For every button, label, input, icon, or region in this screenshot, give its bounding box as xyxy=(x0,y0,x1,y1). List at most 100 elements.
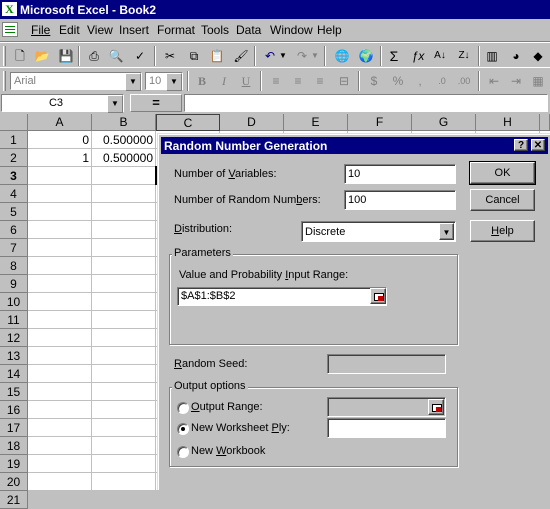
column-header-a[interactable]: A xyxy=(28,114,92,131)
font-size-combo[interactable]: 10 ▼ xyxy=(145,72,183,91)
row-header-8[interactable]: 8 xyxy=(0,257,28,275)
undo-dropdown-icon[interactable]: ▼ xyxy=(278,46,288,66)
chevron-down-icon[interactable]: ▼ xyxy=(439,223,454,240)
column-header-i[interactable] xyxy=(540,114,550,131)
chevron-down-icon[interactable]: ▼ xyxy=(107,95,123,113)
row-header-11[interactable]: 11 xyxy=(0,311,28,329)
align-left-icon[interactable]: ≡ xyxy=(266,71,286,91)
row-header-7[interactable]: 7 xyxy=(0,239,28,257)
output-range-radio[interactable] xyxy=(177,402,189,414)
web-toolbar-icon[interactable]: 🌍 xyxy=(356,46,376,66)
row-header-6[interactable]: 6 xyxy=(0,221,28,239)
menu-tools[interactable]: Tools xyxy=(201,23,229,37)
row-header-13[interactable]: 13 xyxy=(0,347,28,365)
ok-button[interactable]: OK xyxy=(469,161,536,185)
random-seed-input[interactable] xyxy=(327,354,446,374)
toolbar-grip[interactable] xyxy=(3,46,6,66)
new-worksheet-ply-radio[interactable] xyxy=(177,423,189,435)
collapse-dialog-icon[interactable] xyxy=(370,288,386,304)
column-header-h[interactable]: H xyxy=(476,114,540,131)
column-header-e[interactable]: E xyxy=(284,114,348,131)
cell-b1[interactable]: 0.500000 xyxy=(92,131,155,149)
help-question-icon[interactable]: ? xyxy=(514,139,528,151)
column-header-g[interactable]: G xyxy=(412,114,476,131)
borders-icon[interactable]: ▦ xyxy=(528,71,548,91)
select-all-corner[interactable] xyxy=(0,114,28,131)
row-header-9[interactable]: 9 xyxy=(0,275,28,293)
row-header-17[interactable]: 17 xyxy=(0,419,28,437)
new-workbook-label[interactable]: New Workbook xyxy=(191,445,265,457)
chart-wizard-icon[interactable]: ▥ xyxy=(482,46,502,66)
row-header-1[interactable]: 1 xyxy=(0,131,28,149)
row-header-5[interactable]: 5 xyxy=(0,203,28,221)
drawing-icon[interactable]: ◆ xyxy=(528,46,548,66)
paste-function-icon[interactable]: ƒx xyxy=(408,46,428,66)
bold-icon[interactable]: B xyxy=(192,71,212,91)
cell-b2[interactable]: 0.500000 xyxy=(92,149,155,167)
align-right-icon[interactable]: ≡ xyxy=(310,71,330,91)
help-button[interactable]: Help xyxy=(470,220,535,242)
cell-a2[interactable]: 1 xyxy=(28,149,91,167)
column-header-f[interactable]: F xyxy=(348,114,412,131)
distribution-select[interactable]: Discrete ▼ xyxy=(301,221,456,242)
autosum-icon[interactable]: Σ xyxy=(384,46,404,66)
formula-equals-button[interactable]: = xyxy=(130,94,182,112)
print-preview-icon[interactable]: 🔍 xyxy=(106,46,126,66)
decrease-decimal-icon[interactable]: .00 xyxy=(454,71,474,91)
menu-help[interactable]: Help xyxy=(317,23,342,37)
insert-hyperlink-icon[interactable]: 🌐 xyxy=(332,46,352,66)
undo-icon[interactable]: ↶ xyxy=(260,46,280,66)
row-header-12[interactable]: 12 xyxy=(0,329,28,347)
paste-icon[interactable]: 📋 xyxy=(207,46,227,66)
open-folder-icon[interactable]: 📂 xyxy=(32,46,52,66)
column-header-c[interactable]: C xyxy=(156,114,220,131)
menu-insert[interactable]: Insert xyxy=(119,23,149,37)
redo-dropdown-icon[interactable]: ▼ xyxy=(310,46,320,66)
menu-format[interactable]: Format xyxy=(157,23,195,37)
output-range-field[interactable] xyxy=(327,397,446,417)
row-header-16[interactable]: 16 xyxy=(0,401,28,419)
menu-view[interactable]: View xyxy=(87,23,113,37)
column-header-b[interactable]: B xyxy=(92,114,156,131)
menu-edit[interactable]: Edit xyxy=(59,23,80,37)
print-icon[interactable]: ⎙ xyxy=(84,46,104,66)
spelling-icon[interactable]: ✓ xyxy=(130,46,150,66)
dialog-title-bar[interactable]: Random Number Generation ? ✕ xyxy=(161,137,548,154)
decrease-indent-icon[interactable]: ⇤ xyxy=(484,71,504,91)
column-header-d[interactable]: D xyxy=(220,114,284,131)
menu-window[interactable]: Window xyxy=(270,23,313,37)
formula-input[interactable] xyxy=(184,94,548,112)
name-box[interactable]: C3 ▼ xyxy=(1,94,124,113)
cell-a1[interactable]: 0 xyxy=(28,131,91,149)
italic-icon[interactable]: I xyxy=(214,71,234,91)
new-document-icon[interactable]: 🗋 xyxy=(10,46,30,66)
window-title-bar[interactable]: X Microsoft Excel - Book2 xyxy=(0,0,550,19)
sort-descending-icon[interactable]: Z↓ xyxy=(454,46,474,66)
number-of-random-numbers-input[interactable]: 100 xyxy=(344,190,456,210)
increase-decimal-icon[interactable]: .0 xyxy=(432,71,452,91)
output-range-label[interactable]: Output Range: xyxy=(191,401,263,413)
new-worksheet-ply-label[interactable]: New Worksheet Ply: xyxy=(191,422,290,434)
cancel-button[interactable]: Cancel xyxy=(470,189,535,211)
close-icon[interactable]: ✕ xyxy=(531,139,545,151)
row-header-2[interactable]: 2 xyxy=(0,149,28,167)
row-header-4[interactable]: 4 xyxy=(0,185,28,203)
percent-icon[interactable]: % xyxy=(388,71,408,91)
comma-icon[interactable]: , xyxy=(410,71,430,91)
input-range-field[interactable]: $A$1:$B$2 xyxy=(177,287,387,306)
new-worksheet-ply-input[interactable] xyxy=(327,418,446,438)
map-icon[interactable]: ◕ xyxy=(506,46,526,66)
menu-file[interactable]: File xyxy=(31,23,50,37)
cut-icon[interactable]: ✂ xyxy=(160,46,180,66)
chevron-down-icon[interactable]: ▼ xyxy=(166,73,182,91)
row-header-21[interactable]: 21 xyxy=(0,491,28,509)
new-workbook-radio[interactable] xyxy=(177,446,189,458)
format-painter-icon[interactable]: 🖌 xyxy=(231,46,251,66)
sort-ascending-icon[interactable]: A↓ xyxy=(430,46,450,66)
row-header-20[interactable]: 20 xyxy=(0,473,28,491)
increase-indent-icon[interactable]: ⇥ xyxy=(506,71,526,91)
row-header-18[interactable]: 18 xyxy=(0,437,28,455)
row-header-3[interactable]: 3 xyxy=(0,167,28,185)
collapse-dialog-icon[interactable] xyxy=(428,399,444,415)
row-header-15[interactable]: 15 xyxy=(0,383,28,401)
